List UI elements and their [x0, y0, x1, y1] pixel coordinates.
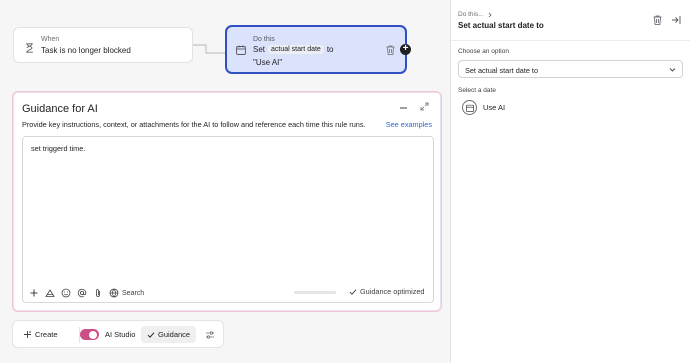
- delete-action-icon[interactable]: [386, 45, 395, 55]
- select-date-label: Select a date: [458, 87, 496, 94]
- action-node-line: Set actual start date to: [253, 45, 334, 54]
- search-label[interactable]: Search: [122, 290, 144, 297]
- panel-breadcrumb-text: Do this...: [458, 11, 484, 18]
- checkmark-icon: [349, 288, 357, 295]
- ai-studio-toggle-knob: [89, 330, 97, 339]
- panel-header-divider: [451, 40, 690, 41]
- guidance-description: Provide key instructions, context, or at…: [22, 120, 366, 129]
- trigger-node[interactable]: When Task is no longer blocked: [13, 27, 193, 63]
- chevron-down-icon: [669, 68, 676, 72]
- guidance-card: Guidance for AI Provide key instructions…: [12, 91, 442, 312]
- trigger-node-title: Task is no longer blocked: [41, 46, 131, 55]
- hourglass-icon: [26, 43, 33, 53]
- guidance-title: Guidance for AI: [22, 103, 98, 115]
- editor-toolbar: Search: [29, 287, 144, 299]
- expand-icon[interactable]: [420, 102, 429, 111]
- guidance-editor-text: set triggerd time.: [31, 144, 86, 153]
- guidance-status-text: Guidance optimized: [360, 287, 425, 296]
- calendar-icon: [465, 104, 474, 112]
- guidance-status: Guidance optimized: [349, 287, 425, 296]
- action-node[interactable]: Do this Set actual start date to "Use AI…: [225, 25, 407, 74]
- use-ai-option-circle: [462, 100, 477, 115]
- choose-option-label: Choose an option: [458, 48, 509, 55]
- create-button[interactable]: Create: [23, 330, 58, 339]
- sliders-icon[interactable]: [205, 330, 215, 340]
- minimize-icon[interactable]: [399, 102, 408, 111]
- globe-icon[interactable]: [109, 288, 119, 298]
- create-label: Create: [35, 330, 58, 339]
- node-connector: [193, 44, 225, 54]
- add-step-icon[interactable]: +: [400, 44, 411, 55]
- action-value: "Use AI": [253, 58, 283, 67]
- use-ai-option[interactable]: Use AI: [462, 100, 505, 115]
- bottom-toolbar: Create AI Studio Guidance: [12, 320, 224, 348]
- calendar-icon: [236, 45, 246, 55]
- see-examples-link[interactable]: See examples: [386, 120, 432, 129]
- chevron-right-icon: [488, 12, 492, 17]
- attachment-icon[interactable]: [93, 288, 103, 298]
- field-chip: actual start date: [268, 45, 324, 54]
- action-set-word: Set: [253, 45, 266, 54]
- triangle-icon[interactable]: [45, 288, 55, 298]
- guidance-button[interactable]: Guidance: [141, 326, 197, 343]
- ai-studio-label: AI Studio: [105, 330, 136, 339]
- trigger-node-label: When: [41, 36, 60, 43]
- guidance-editor[interactable]: set triggerd time. Search Guidance optim…: [22, 136, 434, 303]
- panel-title: Set actual start date to: [458, 21, 544, 30]
- action-node-label: Do this: [253, 36, 275, 43]
- use-ai-option-label: Use AI: [483, 103, 506, 112]
- check-icon: [147, 331, 155, 338]
- panel-breadcrumb[interactable]: Do this...: [458, 11, 493, 18]
- option-select-value: Set actual start date to: [465, 66, 539, 75]
- option-select[interactable]: Set actual start date to: [458, 60, 683, 78]
- plus-icon[interactable]: [29, 288, 39, 298]
- close-panel-icon[interactable]: [671, 15, 681, 25]
- guidance-button-label: Guidance: [158, 330, 191, 339]
- mention-icon[interactable]: [77, 288, 87, 298]
- action-to-word: to: [326, 45, 334, 54]
- sparkle-icon: [24, 331, 31, 338]
- workflow-canvas: When Task is no longer blocked Do this S…: [0, 0, 450, 363]
- side-panel: Do this... Set actual start date to Choo…: [451, 0, 690, 363]
- optimization-progress: [294, 291, 336, 294]
- trash-icon[interactable]: [653, 15, 662, 25]
- emoji-icon[interactable]: [61, 288, 71, 298]
- ai-studio-toggle[interactable]: [80, 329, 99, 340]
